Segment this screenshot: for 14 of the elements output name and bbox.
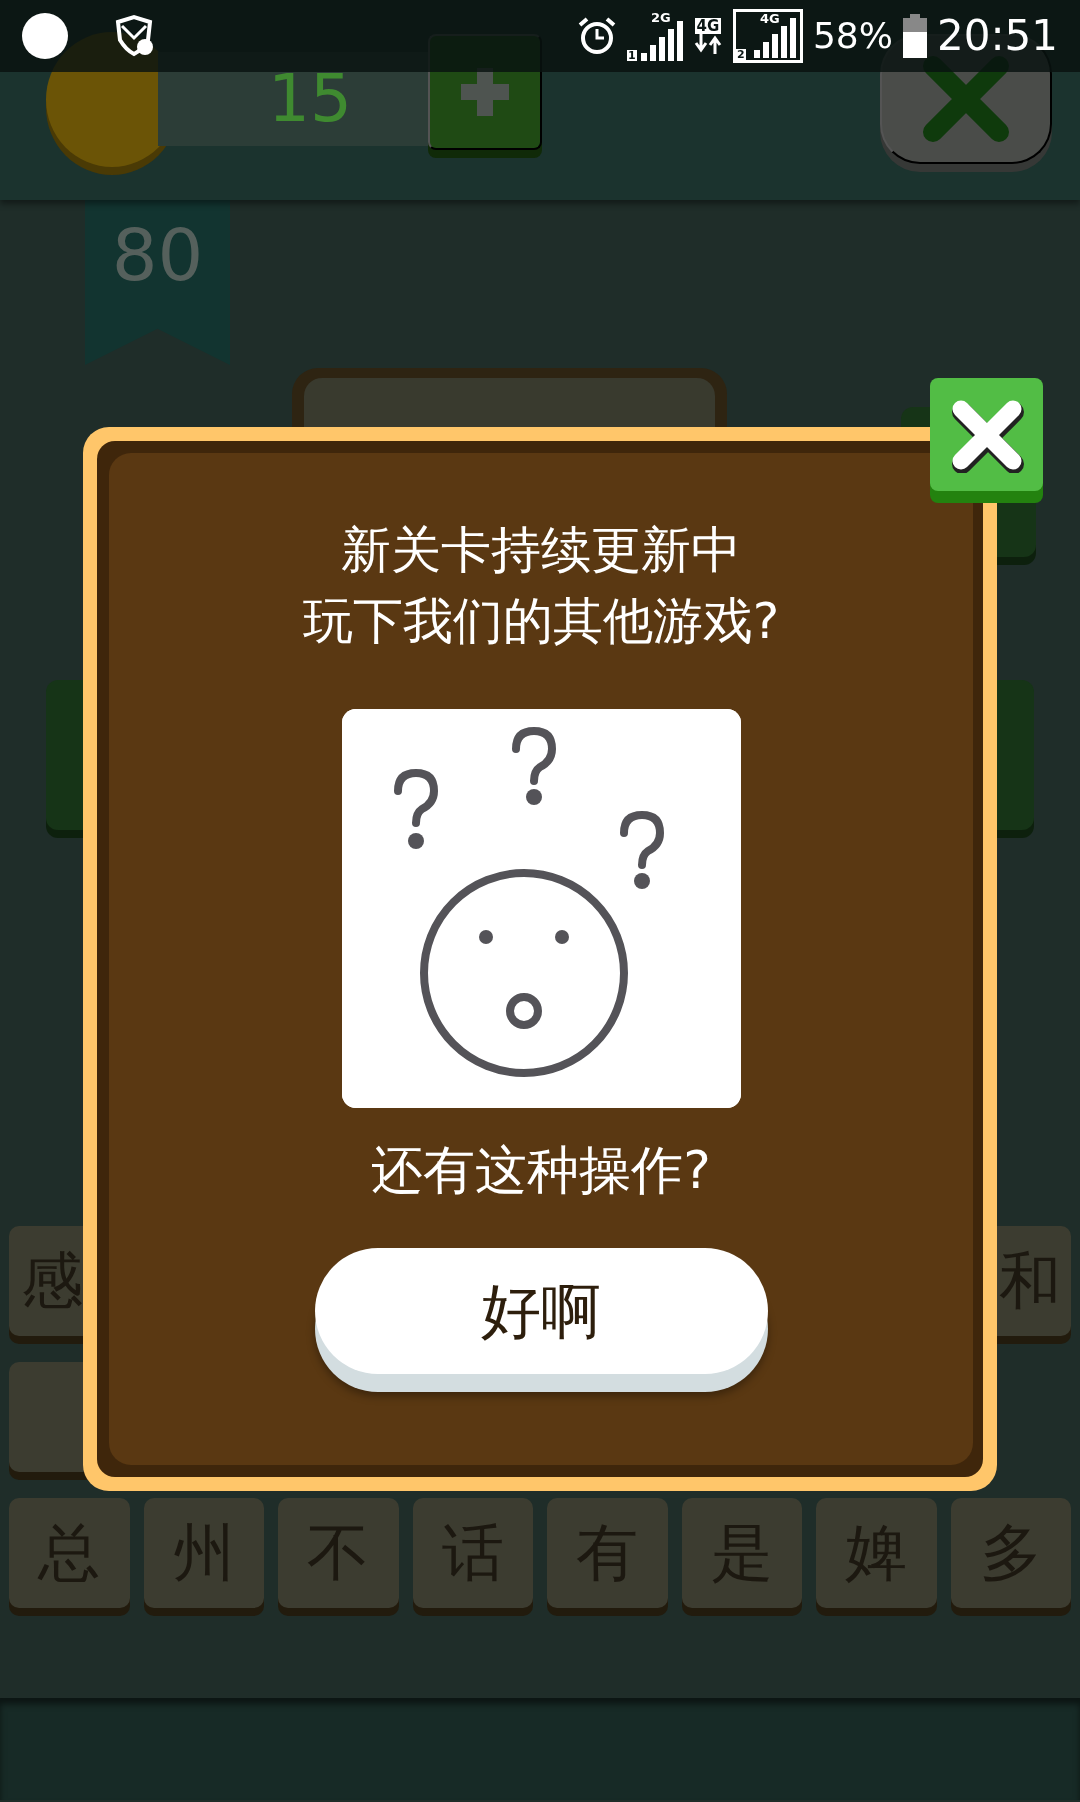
- sim-label: 2: [735, 49, 746, 60]
- battery-icon: [902, 14, 927, 58]
- dialog-caption: 还有这种操作?: [370, 1139, 712, 1202]
- data-arrows-icon: [692, 34, 723, 55]
- network-label: 4G: [759, 12, 780, 25]
- battery-percent: 58%: [812, 18, 893, 54]
- clock-time: 20:51: [936, 15, 1058, 57]
- level-ribbon: 80: [85, 200, 230, 365]
- notification-dot-icon: [22, 13, 68, 59]
- alarm-icon: [576, 16, 617, 56]
- dialog-message: 新关卡持续更新中 玩下我们的其他游戏?: [301, 520, 781, 652]
- sim-label: 1: [626, 50, 637, 61]
- network-label: 2G: [650, 11, 671, 24]
- network-label: 4G: [694, 17, 722, 35]
